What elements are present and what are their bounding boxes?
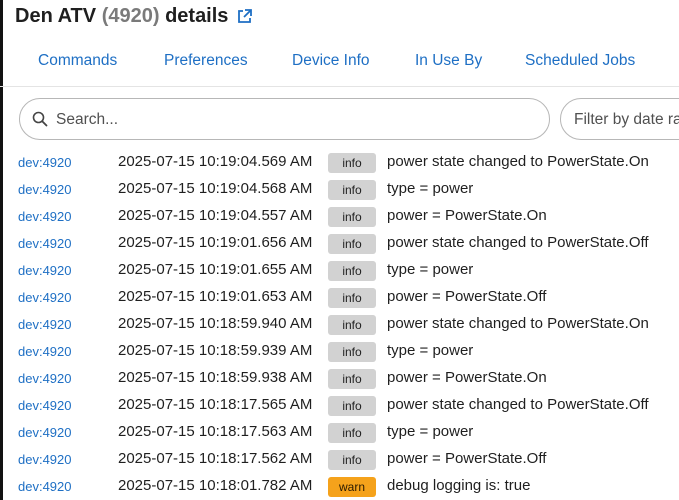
tab-in-use-by[interactable]: In Use By [415,52,482,70]
log-row: dev:4920 2025-07-15 10:19:04.568 AM info ty… [0,176,679,203]
log-timestamp: 2025-07-15 10:19:01.656 AM [118,234,313,251]
log-message: type = power [387,180,474,197]
external-link-icon[interactable] [236,8,253,25]
log-row: dev:4920 2025-07-15 10:19:01.656 AM info po… [0,230,679,257]
log-message: power state changed to PowerState.On [387,315,649,332]
device-link[interactable]: dev:4920 [18,155,72,170]
log-timestamp: 2025-07-15 10:18:17.562 AM [118,450,313,467]
log-timestamp: 2025-07-15 10:18:01.782 AM [118,477,313,494]
log-timestamp: 2025-07-15 10:18:59.939 AM [118,342,313,359]
log-message: power = PowerState.On [387,207,547,224]
log-message: type = power [387,423,474,440]
tab-device-info[interactable]: Device Info [292,52,370,70]
device-link[interactable]: dev:4920 [18,425,72,440]
log-timestamp: 2025-07-15 10:18:59.940 AM [118,315,313,332]
log-row: dev:4920 2025-07-15 10:18:59.940 AM info po… [0,311,679,338]
log-timestamp: 2025-07-15 10:19:01.655 AM [118,261,313,278]
log-timestamp: 2025-07-15 10:18:59.938 AM [118,369,313,386]
device-link[interactable]: dev:4920 [18,290,72,305]
tab-scheduled-jobs[interactable]: Scheduled Jobs [525,52,635,70]
search-box [19,98,550,141]
log-message: power state changed to PowerState.On [387,153,649,170]
device-link[interactable]: dev:4920 [18,452,72,467]
level-badge: info [328,180,376,200]
title-suffix: details [165,4,229,27]
search-input[interactable] [54,99,538,141]
device-link[interactable]: dev:4920 [18,209,72,224]
device-name: Den ATV [15,4,97,27]
device-link[interactable]: dev:4920 [18,236,72,251]
log-message: power state changed to PowerState.Off [387,234,649,251]
log-message: power state changed to PowerState.Off [387,396,649,413]
level-badge: info [328,369,376,389]
log-timestamp: 2025-07-15 10:18:17.565 AM [118,396,313,413]
log-list: dev:4920 2025-07-15 10:19:04.569 AM info po… [0,149,679,500]
device-link[interactable]: dev:4920 [18,263,72,278]
log-message: power = PowerState.On [387,369,547,386]
log-timestamp: 2025-07-15 10:19:04.569 AM [118,153,313,170]
log-row: dev:4920 2025-07-15 10:18:17.565 AM info po… [0,392,679,419]
device-link[interactable]: dev:4920 [18,398,72,413]
level-badge: info [328,288,376,308]
log-row: dev:4920 2025-07-15 10:19:04.557 AM info po… [0,203,679,230]
log-timestamp: 2025-07-15 10:19:04.568 AM [118,180,313,197]
log-message: type = power [387,261,474,278]
search-icon [32,111,48,132]
log-row: dev:4920 2025-07-15 10:19:01.653 AM info po… [0,284,679,311]
log-timestamp: 2025-07-15 10:18:17.563 AM [118,423,313,440]
device-link[interactable]: dev:4920 [18,479,72,494]
level-badge: info [328,342,376,362]
log-row: dev:4920 2025-07-15 10:19:04.569 AM info po… [0,149,679,176]
level-badge: warn [328,477,376,497]
log-timestamp: 2025-07-15 10:19:01.653 AM [118,288,313,305]
level-badge: info [328,315,376,335]
log-row: dev:4920 2025-07-15 10:18:17.563 AM info ty… [0,419,679,446]
level-badge: info [328,234,376,254]
date-filter-box [560,98,679,140]
device-link[interactable]: dev:4920 [18,182,72,197]
log-message: power = PowerState.Off [387,450,547,467]
tab-commands[interactable]: Commands [38,52,117,70]
log-row: dev:4920 2025-07-15 10:18:59.939 AM info ty… [0,338,679,365]
level-badge: info [328,423,376,443]
log-row: dev:4920 2025-07-15 10:18:17.562 AM info po… [0,446,679,473]
tab-preferences[interactable]: Preferences [164,52,248,70]
device-link[interactable]: dev:4920 [18,317,72,332]
log-message: debug logging is: true [387,477,531,494]
level-badge: info [328,261,376,281]
level-badge: info [328,450,376,470]
log-row: dev:4920 2025-07-15 10:18:01.782 AM warn de… [0,473,679,500]
log-row: dev:4920 2025-07-15 10:18:59.938 AM info po… [0,365,679,392]
device-id: (4920) [101,4,160,27]
log-message: power = PowerState.Off [387,288,547,305]
page-title: Den ATV (4920) details [15,3,253,29]
log-row: dev:4920 2025-07-15 10:19:01.655 AM info ty… [0,257,679,284]
log-timestamp: 2025-07-15 10:19:04.557 AM [118,207,313,224]
device-link[interactable]: dev:4920 [18,371,72,386]
log-message: type = power [387,342,474,359]
date-range-filter-input[interactable] [572,99,679,139]
device-link[interactable]: dev:4920 [18,344,72,359]
level-badge: info [328,207,376,227]
level-badge: info [328,396,376,416]
level-badge: info [328,153,376,173]
tab-bar: Commands Preferences Device Info In Use … [0,38,679,87]
